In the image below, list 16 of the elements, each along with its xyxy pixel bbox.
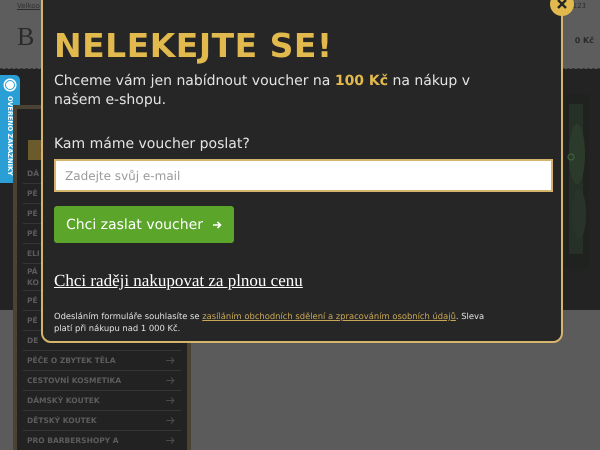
arrow-icon: [212, 220, 222, 228]
arrow-icon: [166, 417, 175, 424]
consent-text: Odesláním formuláře souhlasíte se zasíláním obchodních sdělení a zpracováním osobních údajů. Sleva platí při nákupu nad 1 000 Kč.: [54, 310, 486, 334]
arrow-icon: [166, 437, 175, 444]
intro-text: Chceme vám jen nabídnout voucher na 100 Kč na nákup v našem e-shopu.: [54, 72, 472, 110]
privacy-link[interactable]: zasíláním obchodních sdělení a zpracováním osobních údajů: [202, 311, 456, 321]
decline-link[interactable]: Chci raději nakupovat za plnou cenu: [54, 271, 303, 291]
arrow-icon: [166, 397, 175, 404]
arrow-icon: [166, 377, 175, 384]
modal-title: NELEKEJTE SE!: [54, 26, 334, 66]
email-label: Kam máme voucher poslat?: [54, 136, 251, 152]
email-field[interactable]: Zadejte svůj e-mail: [54, 159, 553, 192]
submit-button[interactable]: Chci zaslat voucher: [54, 206, 234, 243]
arrow-icon: [166, 357, 175, 364]
seal-icon: [3, 78, 17, 92]
close-icon: [556, 0, 568, 10]
